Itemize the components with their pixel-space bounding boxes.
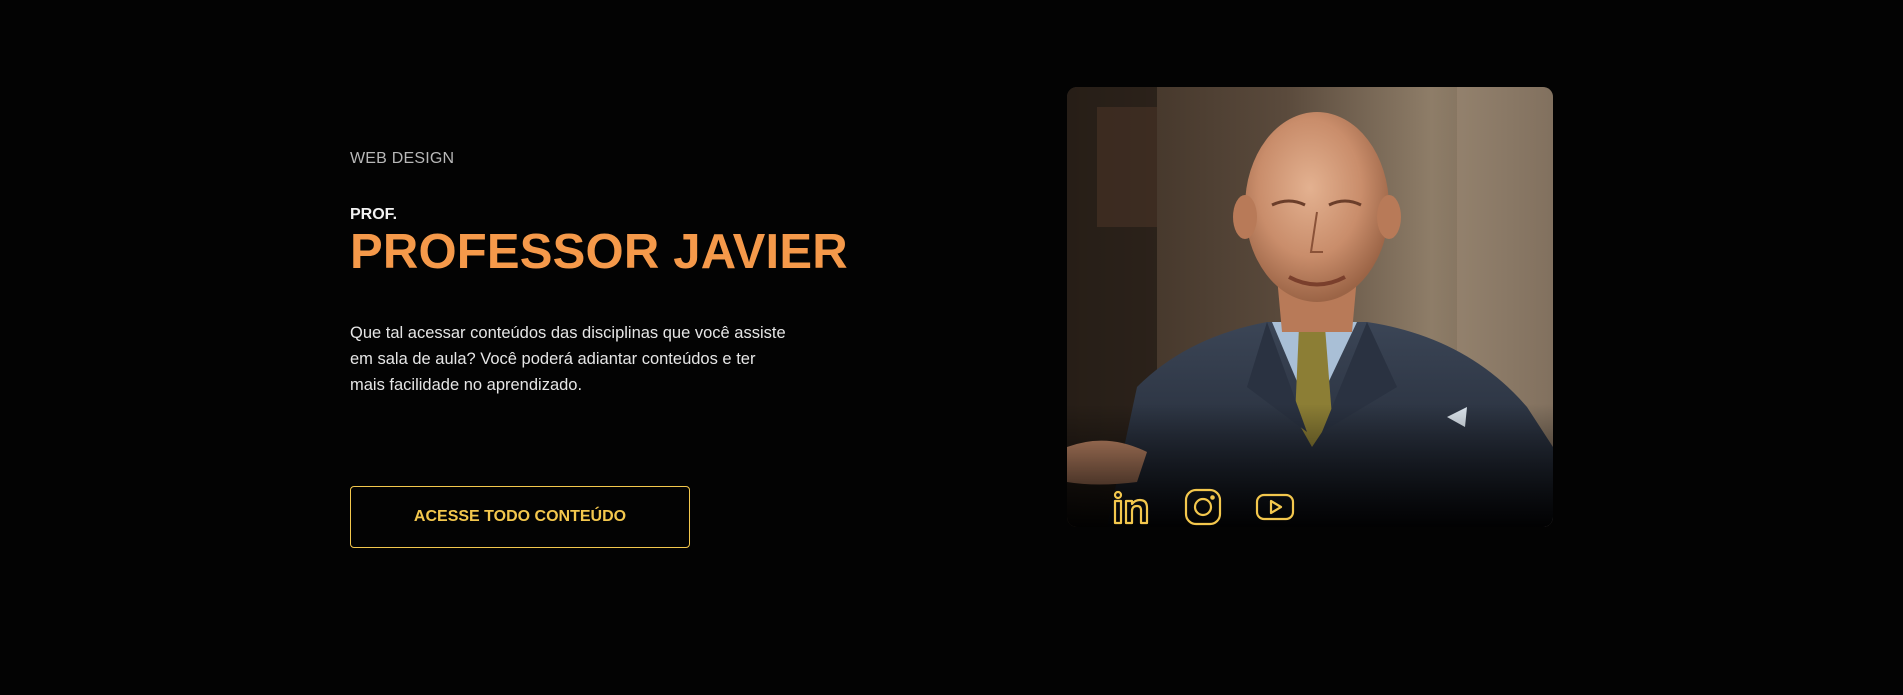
professor-prefix: PROF. xyxy=(350,206,398,223)
linkedin-link[interactable] xyxy=(1111,487,1151,527)
instagram-link[interactable] xyxy=(1183,487,1223,527)
hero-text-column: WEB DESIGN PROF. PROFESSOR JAVIER Que ta… xyxy=(350,150,870,548)
access-content-button[interactable]: ACESSE TODO CONTEÚDO xyxy=(350,486,690,548)
professor-photo-card xyxy=(1067,87,1553,527)
instagram-icon xyxy=(1184,488,1222,526)
professor-name: PROFESSOR JAVIER xyxy=(350,225,848,279)
social-links xyxy=(1111,487,1295,527)
linkedin-icon xyxy=(1113,490,1149,525)
category-label: WEB DESIGN xyxy=(350,150,455,167)
youtube-link[interactable] xyxy=(1255,487,1295,527)
youtube-icon xyxy=(1255,493,1295,521)
professor-photo xyxy=(1067,87,1553,527)
hero-description: Que tal acessar conteúdos das disciplina… xyxy=(350,324,786,394)
professor-hero-section: WEB DESIGN PROF. PROFESSOR JAVIER Que ta… xyxy=(0,0,1903,695)
